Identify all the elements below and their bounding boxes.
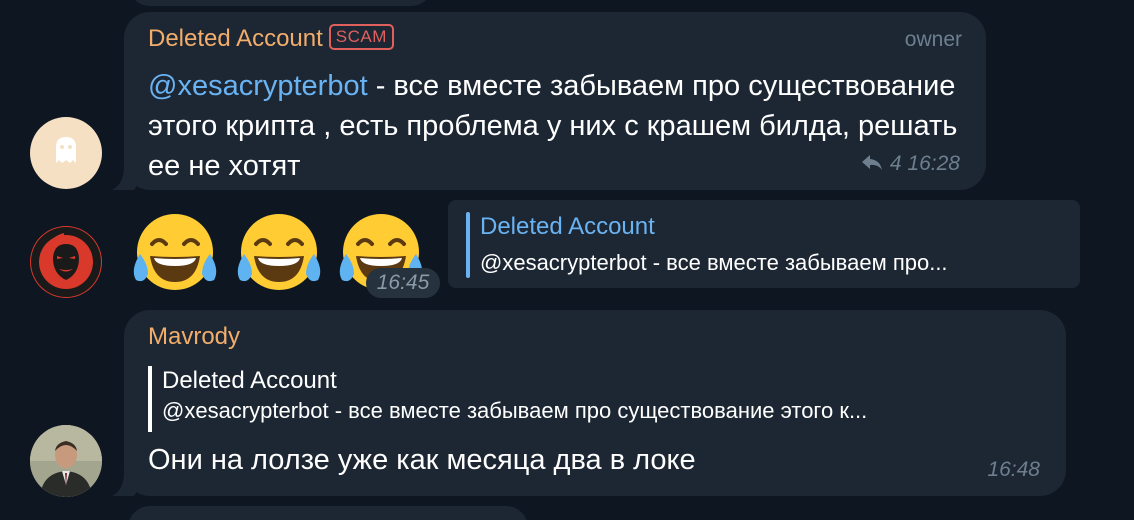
- avatar-professor[interactable]: [30, 226, 102, 298]
- mention-link[interactable]: @xesacrypterbot: [148, 70, 368, 102]
- professor-mask-icon: [31, 227, 101, 297]
- quote-name: Deleted Account: [162, 367, 337, 394]
- reply-preview-name: Deleted Account: [480, 213, 655, 240]
- message-time: 16:45: [376, 271, 430, 294]
- message-text: @xesacrypterbot - все вместе забываем пр…: [148, 66, 968, 186]
- next-message-bubble: [128, 506, 528, 520]
- sender-line: Deleted Account SCAM: [148, 24, 394, 54]
- scam-badge: SCAM: [328, 24, 394, 50]
- sender-name[interactable]: Deleted Account: [148, 25, 323, 52]
- reply-accent-bar: [466, 212, 470, 278]
- message-time: 16:28: [907, 152, 960, 175]
- message-bubble[interactable]: Mavrody Deleted Account @xesacrypterbot …: [124, 310, 1066, 496]
- avatar-mavrody[interactable]: [30, 425, 102, 497]
- reply-count[interactable]: 4: [890, 152, 902, 175]
- reply-preview-text: @xesacrypterbot - все вместе забываем пр…: [480, 250, 948, 275]
- chat-history[interactable]: Deleted Account SCAM owner @xesacrypterbo…: [0, 0, 1134, 520]
- reply-preview-box[interactable]: Deleted Account @xesacrypterbot - все вм…: [448, 200, 1080, 288]
- quote-text: @xesacrypterbot - все вместе забываем пр…: [162, 398, 868, 423]
- message-text: Они на лолзе уже как месяца два в локе: [148, 444, 696, 476]
- emoji-message[interactable]: 16:45: [128, 206, 440, 300]
- avatar-deleted-account[interactable]: [30, 117, 102, 189]
- user-photo: [30, 425, 102, 497]
- reply-icon[interactable]: [860, 153, 884, 179]
- ghost-icon: [56, 137, 76, 163]
- laughing-emoji-icon: [237, 214, 321, 290]
- emoji-time-pill: 16:45: [366, 268, 440, 298]
- sender-name[interactable]: Mavrody: [148, 322, 240, 352]
- message-bubble[interactable]: Deleted Account SCAM owner @xesacrypterbo…: [124, 12, 986, 190]
- message-meta: 16:48: [987, 458, 1040, 482]
- quoted-message[interactable]: Deleted Account @xesacrypterbot - все вм…: [148, 366, 1048, 432]
- laughing-emoji-icon: [133, 214, 217, 290]
- previous-message-bubble: [128, 0, 433, 6]
- role-label: owner: [904, 28, 962, 51]
- message-time: 16:48: [987, 458, 1040, 481]
- message-meta: 4 16:28: [860, 152, 960, 179]
